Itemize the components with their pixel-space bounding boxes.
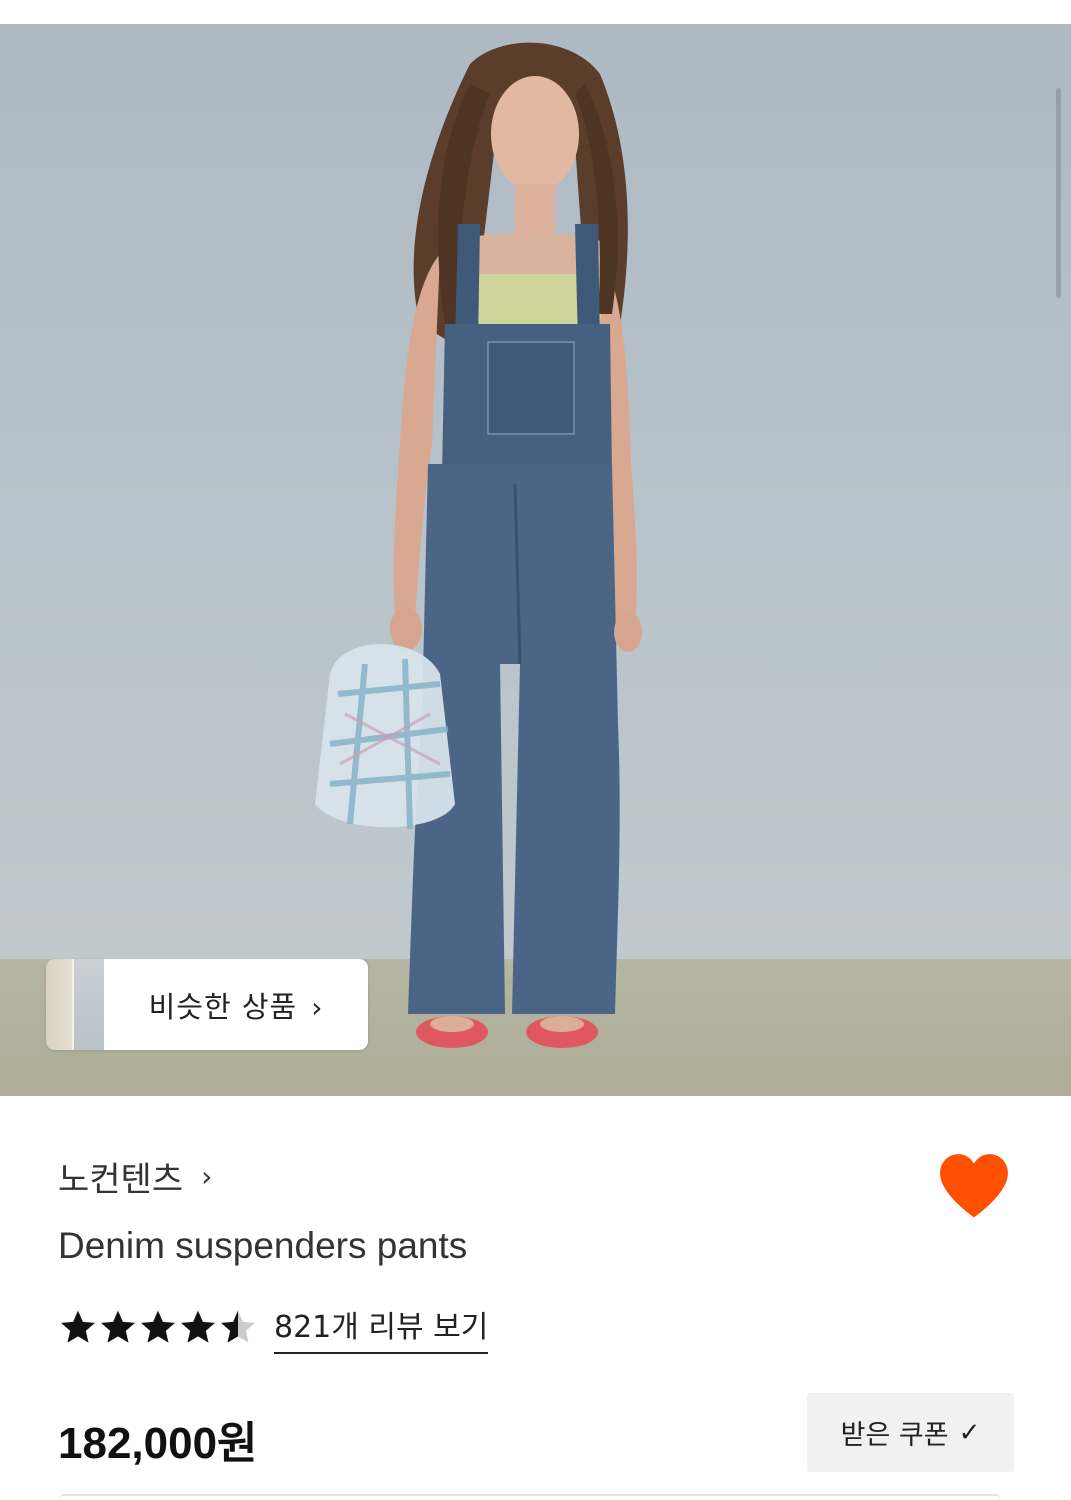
- check-icon: ✓: [958, 1417, 981, 1448]
- similar-label-text: 비슷한 상품: [148, 989, 298, 1024]
- product-image[interactable]: 비슷한 상품 ›: [0, 24, 1071, 1096]
- image-scrollbar[interactable]: [1056, 88, 1061, 298]
- coupon-label: 받은 쿠폰: [840, 1420, 949, 1451]
- brand-link[interactable]: 노컨텐츠 ›: [58, 1152, 212, 1201]
- chevron-right-icon: ›: [311, 990, 324, 1024]
- star-icon: [101, 1310, 135, 1343]
- rating-row: 821개 리뷰 보기: [58, 1302, 489, 1354]
- product-price: 182,000원: [58, 1419, 258, 1468]
- section-divider: [60, 1494, 1000, 1500]
- brand-name: 노컨텐츠: [58, 1160, 184, 1200]
- similar-products-button[interactable]: 비슷한 상품 ›: [46, 959, 368, 1050]
- top-bar: [0, 0, 1071, 24]
- star-icon: [181, 1310, 215, 1343]
- star-icon: [61, 1310, 95, 1343]
- star-icon: [221, 1310, 255, 1343]
- model-figure: [315, 42, 642, 1048]
- received-coupon-button[interactable]: 받은 쿠폰 ✓: [807, 1393, 1014, 1472]
- product-name: Denim suspenders pants: [58, 1225, 468, 1266]
- rating-stars: [58, 1308, 258, 1348]
- heart-icon[interactable]: [937, 1150, 1011, 1220]
- review-link[interactable]: 821개 리뷰 보기: [274, 1302, 489, 1354]
- similar-thumbnail: [46, 959, 104, 1050]
- similar-products-label: 비슷한 상품 ›: [104, 984, 368, 1026]
- chevron-right-icon: ›: [201, 1160, 213, 1193]
- star-icon: [141, 1310, 175, 1343]
